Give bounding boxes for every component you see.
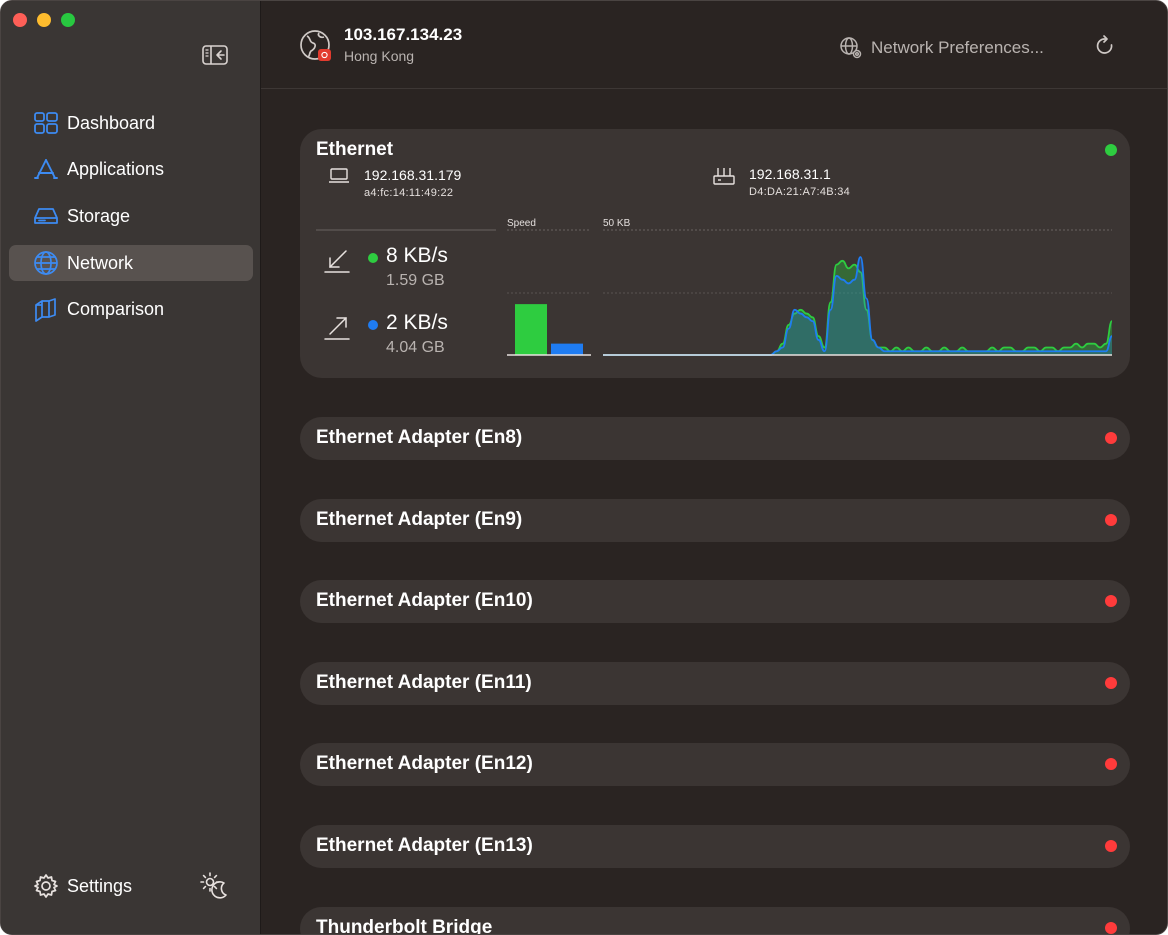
sidebar-item-label: Dashboard: [67, 112, 156, 133]
status-dot: [1105, 677, 1117, 689]
adapter-card-thunderbolt-bridge[interactable]: Thunderbolt Bridge: [300, 907, 1130, 935]
sidebar-toggle-icon: [202, 45, 228, 65]
sidebar-item-label: Network: [67, 252, 134, 273]
network-preferences-button[interactable]: Network Preferences...: [839, 36, 1044, 60]
card-title: Ethernet Adapter (En10): [316, 590, 533, 611]
drive-icon: [33, 203, 59, 229]
globe-gear-icon: [840, 37, 862, 59]
card-title: Thunderbolt Bridge: [316, 917, 493, 935]
adapter-card-en11[interactable]: Ethernet Adapter (En11): [300, 662, 1130, 705]
status-dot: [1105, 432, 1117, 444]
sidebar-item-comparison[interactable]: Comparison: [9, 292, 253, 328]
status-dot: [1105, 758, 1117, 770]
cubes-icon: [33, 297, 59, 323]
app-store-icon: [33, 157, 59, 183]
sun-moon-icon: [200, 872, 227, 899]
zoom-window-button[interactable]: [61, 13, 75, 27]
refresh-icon: [1096, 35, 1113, 54]
public-ip-location: Hong Kong: [344, 48, 415, 64]
toggle-sidebar-button[interactable]: [201, 43, 229, 67]
public-ip: 103.167.134.23: [344, 25, 463, 44]
adapter-card-en12[interactable]: Ethernet Adapter (En12): [300, 743, 1130, 786]
header: 103.167.134.23 Hong Kong Network Prefere…: [261, 1, 1167, 89]
download-bar: [515, 304, 547, 355]
adapter-card-en8[interactable]: Ethernet Adapter (En8): [300, 417, 1130, 460]
main-content: 103.167.134.23 Hong Kong Network Prefere…: [261, 1, 1167, 935]
status-dot: [1105, 840, 1117, 852]
status-dot: [1105, 514, 1117, 526]
sidebar-item-applications[interactable]: Applications: [9, 152, 253, 188]
sidebar-item-label: Storage: [67, 205, 131, 226]
settings-button[interactable]: Settings: [33, 873, 132, 899]
minimize-window-button[interactable]: [37, 13, 51, 27]
window-controls: [13, 13, 75, 27]
ethernet-card[interactable]: Ethernet 192.168.31.179 a4:fc:14:11:49:2…: [300, 129, 1130, 378]
sidebar-item-label: Comparison: [67, 299, 165, 320]
adapter-card-en10[interactable]: Ethernet Adapter (En10): [300, 580, 1130, 623]
upload-bar: [551, 343, 583, 355]
card-title: Ethernet Adapter (En11): [316, 672, 532, 693]
sidebar-nav: Dashboard Applications Storage Network C…: [9, 105, 253, 338]
card-title: Ethernet Adapter (En8): [316, 427, 523, 448]
network-preferences-label: Network Preferences...: [871, 38, 1044, 57]
adapter-card-en9[interactable]: Ethernet Adapter (En9): [300, 499, 1130, 542]
theme-toggle-button[interactable]: [199, 871, 229, 901]
settings-label: Settings: [67, 875, 133, 896]
sidebar: Dashboard Applications Storage Network C…: [1, 1, 261, 934]
globe-icon: [33, 250, 59, 276]
sidebar-item-storage[interactable]: Storage: [9, 198, 253, 234]
sidebar-item-dashboard[interactable]: Dashboard: [9, 105, 253, 141]
adapter-card-en13[interactable]: Ethernet Adapter (En13): [300, 825, 1130, 868]
sidebar-item-label: Applications: [67, 159, 165, 180]
card-title: Ethernet Adapter (En12): [316, 753, 533, 774]
dashboard-grid-icon: [33, 110, 59, 136]
gear-icon: [34, 874, 58, 898]
status-dot: [1105, 922, 1117, 934]
card-title: Ethernet Adapter (En13): [316, 835, 533, 856]
sidebar-item-network[interactable]: Network: [9, 245, 253, 282]
close-window-button[interactable]: [13, 13, 27, 27]
refresh-button[interactable]: [1093, 34, 1117, 58]
public-ip-globe-icon: [299, 29, 333, 63]
traffic-chart: [316, 229, 1113, 356]
card-title: Ethernet Adapter (En9): [316, 509, 523, 530]
app-window: Dashboard Applications Storage Network C…: [0, 0, 1168, 935]
status-dot: [1105, 595, 1117, 607]
